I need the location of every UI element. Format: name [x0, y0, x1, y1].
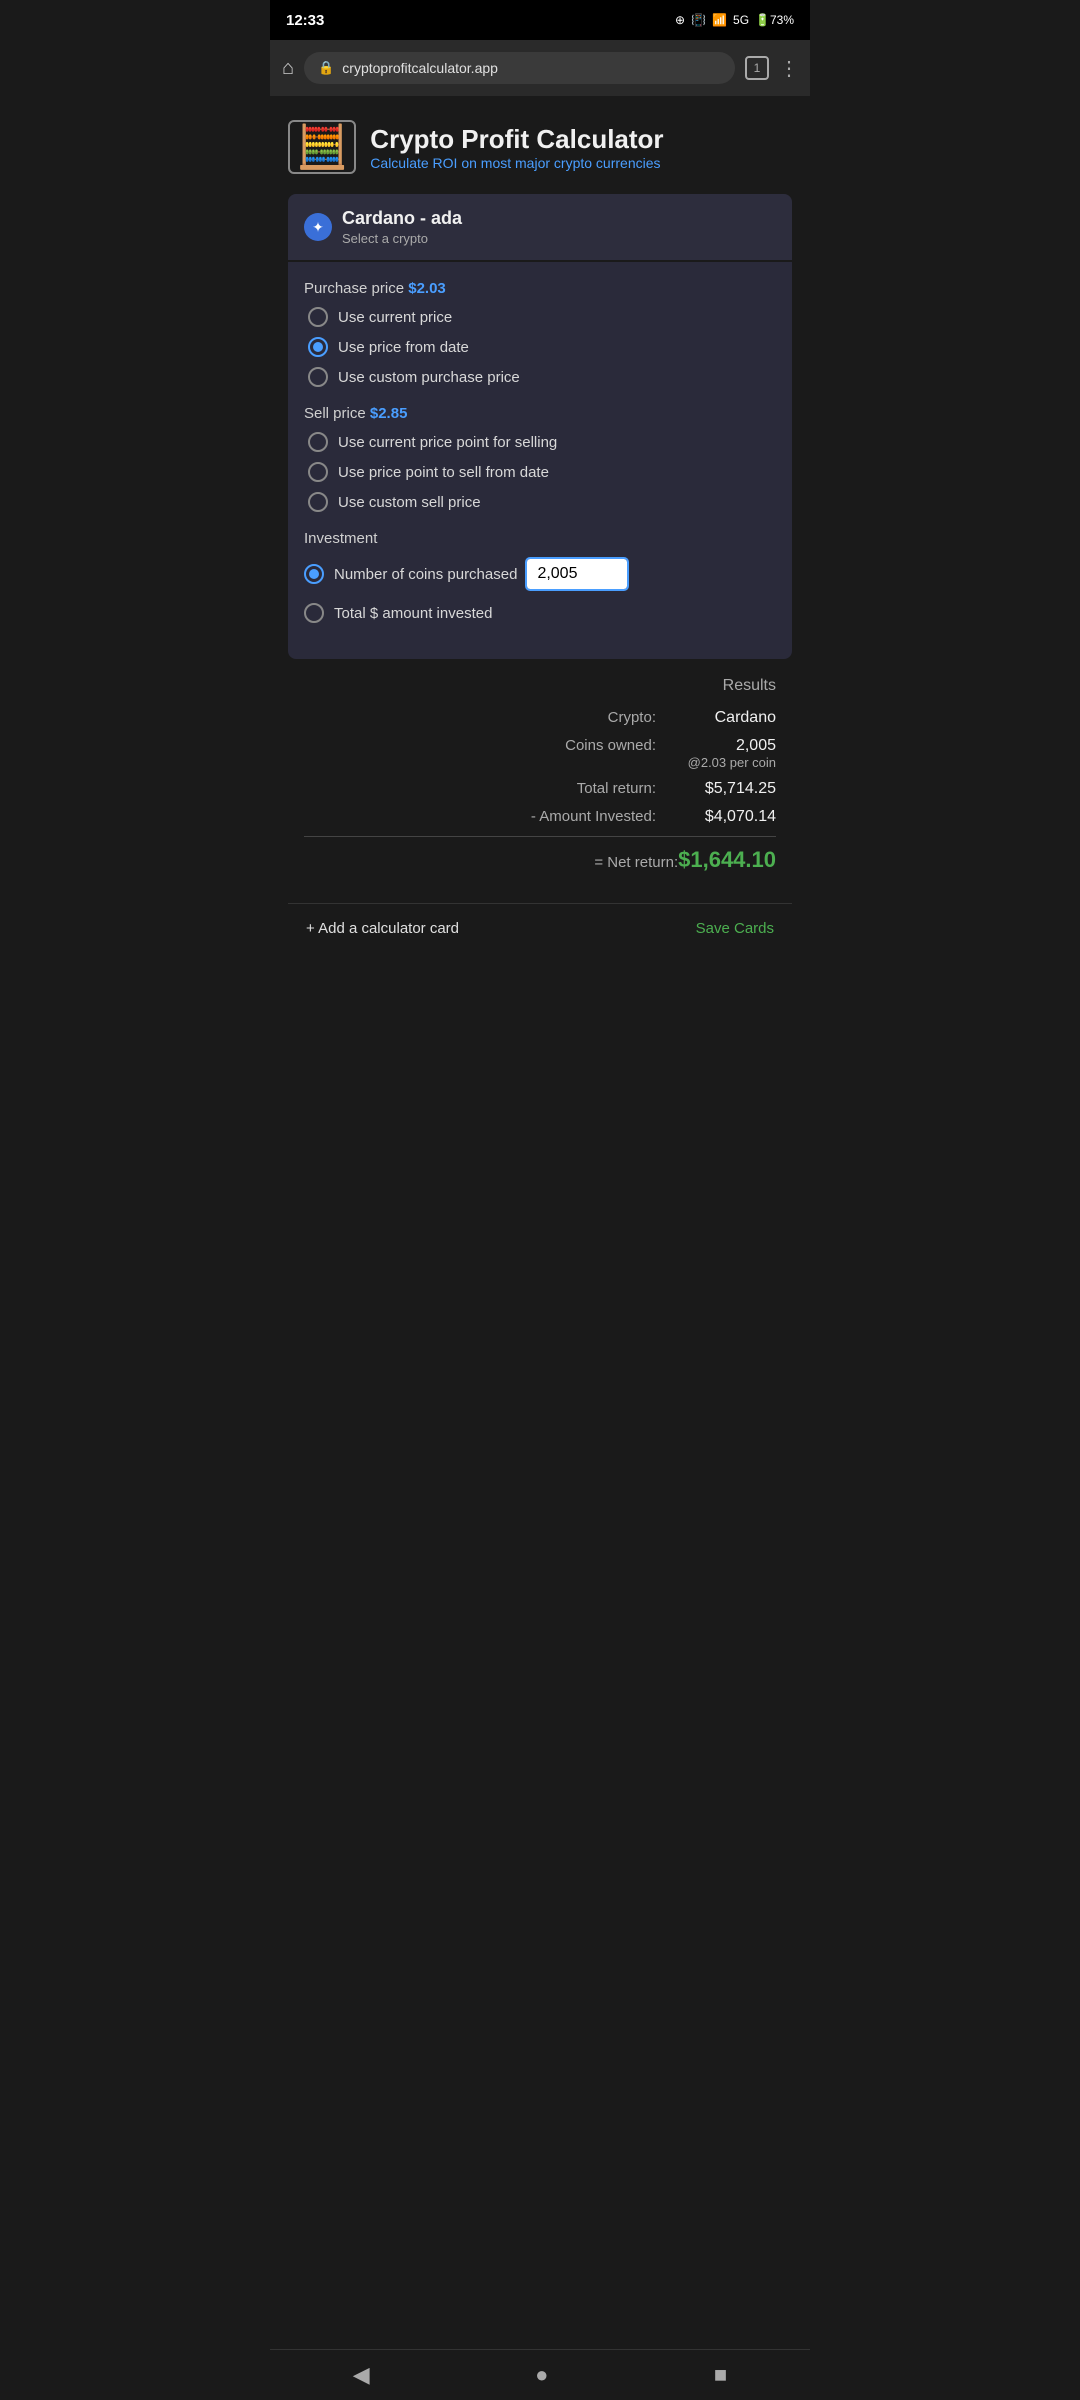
radio-sell-date[interactable]: Use price point to sell from date	[308, 462, 776, 482]
app-header: 🧮 Crypto Profit Calculator Calculate ROI…	[288, 120, 792, 174]
radio-label-custom: Use custom purchase price	[338, 369, 520, 386]
result-crypto-label: Crypto:	[304, 709, 656, 726]
radio-label-num-coins: Number of coins purchased	[334, 566, 517, 583]
nav-back-button[interactable]: ◀	[353, 2362, 370, 2388]
radio-total-amount[interactable]: Total $ amount invested	[304, 603, 776, 623]
more-icon[interactable]: ⋮	[779, 56, 798, 81]
home-icon[interactable]: ⌂	[282, 57, 294, 80]
app-subtitle: Calculate ROI on most major crypto curre…	[370, 155, 663, 171]
status-bar: 12:33 ⊕ 📳 📶 5G 🔋73%	[270, 0, 810, 40]
result-net-return-label: = Net return:	[304, 854, 678, 871]
signal-icon: 📶	[712, 13, 727, 27]
result-coins-value: 2,005	[656, 737, 776, 755]
radio-label-sell-custom: Use custom sell price	[338, 494, 481, 511]
purchase-price-label: Purchase price $2.03	[304, 280, 776, 297]
result-total-return-row: Total return: $5,714.25	[304, 780, 776, 798]
radio-circle-num-coins	[304, 564, 324, 584]
lock-icon: 🔒	[318, 60, 334, 76]
result-per-coin: @2.03 per coin	[656, 755, 776, 770]
nfc-icon: ⊕	[675, 13, 685, 27]
radio-label-total-amount: Total $ amount invested	[334, 605, 492, 622]
crypto-name: Cardano - ada	[342, 208, 462, 229]
status-time: 12:33	[286, 12, 324, 29]
radio-circle-sell-date	[308, 462, 328, 482]
purchase-price-value: $2.03	[408, 280, 446, 297]
crypto-info: Cardano - ada Select a crypto	[342, 208, 462, 246]
status-icons: ⊕ 📳 📶 5G 🔋73%	[675, 13, 794, 27]
sell-price-label: Sell price $2.85	[304, 405, 776, 422]
result-crypto-value: Cardano	[656, 709, 776, 727]
calculator-icon: 🧮	[288, 120, 356, 174]
crypto-hint: Select a crypto	[342, 231, 462, 246]
result-net-return-row: = Net return: $1,644.10	[304, 847, 776, 873]
result-net-return-value: $1,644.10	[678, 847, 776, 873]
nav-recent-button[interactable]: ■	[714, 2362, 727, 2388]
battery-icon: 🔋73%	[755, 13, 794, 27]
tab-count[interactable]: 1	[745, 56, 769, 80]
vibrate-icon: 📳	[691, 13, 706, 27]
radio-sell-custom[interactable]: Use custom sell price	[308, 492, 776, 512]
save-cards-button[interactable]: Save Cards	[696, 920, 774, 937]
url-text: cryptoprofitcalculator.app	[342, 60, 498, 76]
radio-label-date: Use price from date	[338, 339, 469, 356]
nav-bar: ◀ ● ■	[270, 2349, 810, 2400]
radio-circle-date	[308, 337, 328, 357]
radio-circle-custom	[308, 367, 328, 387]
result-divider	[304, 836, 776, 837]
radio-circle-sell-current	[308, 432, 328, 452]
radio-num-coins[interactable]: Number of coins purchased	[304, 559, 776, 589]
result-crypto-row: Crypto: Cardano	[304, 709, 776, 727]
results-section: Results Crypto: Cardano Coins owned: 2,0…	[288, 659, 792, 893]
sell-price-options: Use current price point for selling Use …	[304, 432, 776, 512]
result-total-return-value: $5,714.25	[656, 780, 776, 798]
results-title: Results	[304, 677, 776, 695]
sell-price-value: $2.85	[370, 405, 408, 422]
url-bar[interactable]: 🔒 cryptoprofitcalculator.app	[304, 52, 735, 84]
browser-bar: ⌂ 🔒 cryptoprofitcalculator.app 1 ⋮	[270, 40, 810, 96]
crypto-selector[interactable]: ✦ Cardano - ada Select a crypto	[288, 194, 792, 260]
purchase-price-options: Use current price Use price from date Us…	[304, 307, 776, 387]
coins-input[interactable]	[527, 559, 627, 589]
result-coins-row: Coins owned: 2,005 @2.03 per coin	[304, 737, 776, 770]
radio-sell-current[interactable]: Use current price point for selling	[308, 432, 776, 452]
result-amount-invested-row: - Amount Invested: $4,070.14	[304, 808, 776, 826]
crypto-logo-icon: ✦	[304, 213, 332, 241]
radio-circle-total-amount	[304, 603, 324, 623]
radio-label-current: Use current price	[338, 309, 452, 326]
main-content: 🧮 Crypto Profit Calculator Calculate ROI…	[270, 96, 810, 1047]
result-amount-invested-value: $4,070.14	[656, 808, 776, 826]
calculator-card: Purchase price $2.03 Use current price U…	[288, 262, 792, 659]
result-amount-invested-label: - Amount Invested:	[304, 808, 656, 825]
investment-label: Investment	[304, 530, 776, 547]
radio-use-custom-price[interactable]: Use custom purchase price	[308, 367, 776, 387]
nav-home-button[interactable]: ●	[535, 2362, 548, 2388]
radio-circle-current	[308, 307, 328, 327]
app-title-block: Crypto Profit Calculator Calculate ROI o…	[370, 124, 663, 171]
radio-label-sell-date: Use price point to sell from date	[338, 464, 549, 481]
radio-circle-sell-custom	[308, 492, 328, 512]
result-total-return-label: Total return:	[304, 780, 656, 797]
radio-label-sell-current: Use current price point for selling	[338, 434, 557, 451]
bottom-bar: + Add a calculator card Save Cards	[288, 903, 792, 953]
radio-use-current-price[interactable]: Use current price	[308, 307, 776, 327]
radio-use-date-price[interactable]: Use price from date	[308, 337, 776, 357]
investment-section: Investment Number of coins purchased Tot…	[304, 530, 776, 623]
add-card-button[interactable]: + Add a calculator card	[306, 920, 459, 937]
network-type: 5G	[733, 13, 749, 27]
result-coins-label: Coins owned:	[304, 737, 656, 754]
app-title: Crypto Profit Calculator	[370, 124, 663, 155]
